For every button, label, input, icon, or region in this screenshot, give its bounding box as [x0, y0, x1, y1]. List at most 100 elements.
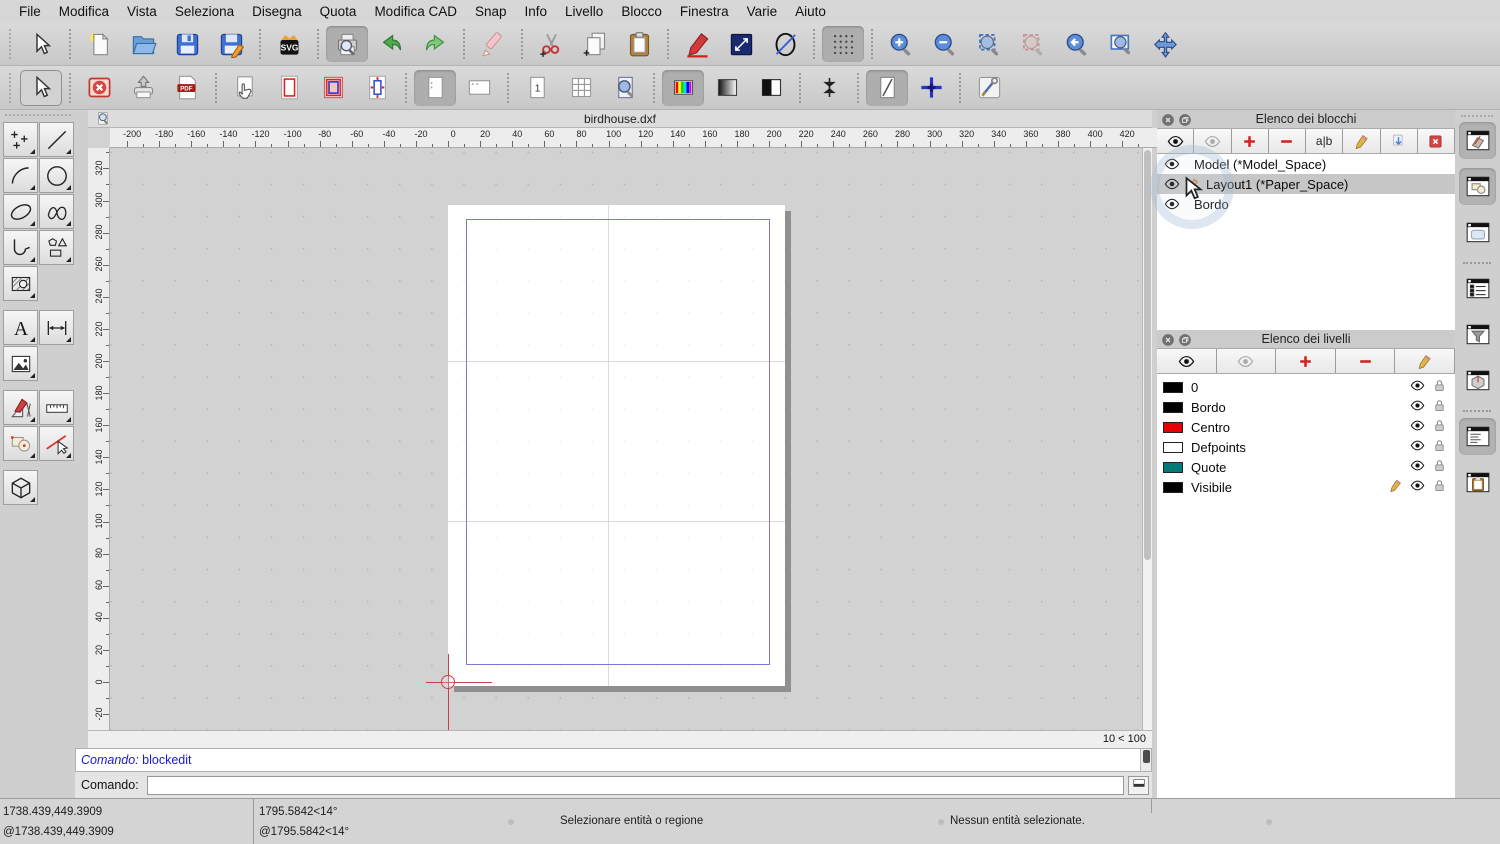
eye-icon[interactable] [1410, 378, 1425, 396]
menu-aiuto[interactable]: Aiuto [786, 4, 835, 19]
menu-blocco[interactable]: Blocco [612, 4, 671, 19]
layer-list-item[interactable]: Bordo [1157, 397, 1455, 417]
landscape-button[interactable] [458, 70, 500, 106]
pdf-export-button[interactable]: PDF [166, 70, 208, 106]
zoom-in-button[interactable] [880, 26, 922, 62]
edit-button[interactable] [676, 26, 718, 62]
remove-layer-button[interactable] [1336, 349, 1396, 373]
lock-icon[interactable] [1432, 418, 1447, 436]
toolbar-drag-handle[interactable] [9, 73, 11, 103]
center-vertical-button[interactable] [808, 70, 850, 106]
grayscale-button[interactable] [706, 70, 748, 106]
horizontal-scrollbar[interactable]: 10 < 100 [88, 730, 1152, 748]
insert-block-button[interactable] [1381, 129, 1418, 153]
block-tool[interactable] [3, 426, 38, 461]
arc-tool[interactable] [3, 158, 38, 193]
paper-preview-button[interactable] [312, 70, 354, 106]
menu-varie[interactable]: Varie [738, 4, 787, 19]
full-color-button[interactable] [662, 70, 704, 106]
command-options-button[interactable] [1128, 776, 1149, 795]
measure-tool[interactable] [39, 390, 74, 425]
drawing-canvas[interactable] [110, 148, 1142, 730]
modify-tools[interactable] [3, 390, 38, 425]
grid-toggle-button[interactable] [822, 26, 864, 62]
command-history-scrollbar[interactable] [1140, 749, 1151, 771]
redo-button[interactable] [414, 26, 456, 62]
menu-modifica-cad[interactable]: Modifica CAD [365, 4, 466, 19]
remove-block-button[interactable] [1269, 129, 1306, 153]
open-file-button[interactable] [122, 26, 164, 62]
palette-drag-handle[interactable] [5, 114, 71, 116]
settings-tools-button[interactable] [968, 70, 1010, 106]
dock-selection-filter-toggle[interactable] [1459, 316, 1496, 353]
multi-page-button[interactable] [560, 70, 602, 106]
eye-icon[interactable] [1410, 438, 1425, 456]
layer-list-item[interactable]: Quote [1157, 457, 1455, 477]
eye-icon[interactable] [1410, 398, 1425, 416]
vertical-scrollbar-thumb[interactable] [1144, 150, 1151, 560]
zoom-window-button[interactable] [1100, 26, 1142, 62]
menu-quota[interactable]: Quota [311, 4, 366, 19]
portrait-button[interactable] [414, 70, 456, 106]
dock-block-list-toggle[interactable] [1459, 122, 1496, 159]
edit-block-button[interactable] [1343, 129, 1380, 153]
layer-list-item[interactable]: Visibile [1157, 477, 1455, 497]
lock-icon[interactable] [1432, 478, 1447, 496]
hide-all-layers-button[interactable] [1217, 349, 1277, 373]
line-tool[interactable] [39, 122, 74, 157]
eye-icon[interactable] [1410, 478, 1425, 496]
command-history-scrollbar-thumb[interactable] [1143, 750, 1150, 763]
image-tool[interactable] [3, 346, 38, 381]
shape-tool[interactable] [39, 230, 74, 265]
save-as-button[interactable] [210, 26, 252, 62]
dock-drag-handle[interactable] [1461, 115, 1493, 117]
paste-button[interactable] [618, 26, 660, 62]
dock-layer-list-toggle[interactable] [1459, 168, 1496, 205]
edit-layer-button[interactable] [1395, 349, 1455, 373]
black-white-button[interactable] [750, 70, 792, 106]
menu-finestra[interactable]: Finestra [671, 4, 738, 19]
dock-property-editor-toggle[interactable] [1459, 270, 1496, 307]
toolbar-drag-handle[interactable] [9, 29, 11, 59]
add-block-button[interactable] [1232, 129, 1269, 153]
layer-list-item[interactable]: Defpoints [1157, 437, 1455, 457]
polyline-tool[interactable] [3, 230, 38, 265]
select-tool-button[interactable] [20, 26, 62, 62]
command-input[interactable] [147, 776, 1124, 795]
eye-icon[interactable] [1410, 418, 1425, 436]
copy-button[interactable] [574, 26, 616, 62]
new-file-button[interactable] [78, 26, 120, 62]
zoom-out-button[interactable] [924, 26, 966, 62]
lock-icon[interactable] [1432, 378, 1447, 396]
dimension-tool[interactable] [39, 310, 74, 345]
lock-icon[interactable] [1432, 458, 1447, 476]
solid-3d-tool[interactable] [3, 470, 38, 505]
lengthen-button[interactable] [720, 26, 762, 62]
menu-file[interactable]: File [10, 4, 50, 19]
layer-list-item[interactable]: 0 [1157, 377, 1455, 397]
add-layer-button[interactable] [1276, 349, 1336, 373]
layer-list-item[interactable]: Centro [1157, 417, 1455, 437]
zoom-page-button[interactable] [604, 70, 646, 106]
scale-line-button[interactable] [866, 70, 908, 106]
menu-disegna[interactable]: Disegna [243, 4, 311, 19]
menu-snap[interactable]: Snap [466, 4, 516, 19]
menu-info[interactable]: Info [516, 4, 557, 19]
single-page-button[interactable]: 1 [516, 70, 558, 106]
show-all-layers-button[interactable] [1157, 349, 1217, 373]
zoom-auto-button[interactable] [968, 26, 1010, 62]
svg-export-button[interactable]: SVG [268, 26, 310, 62]
dock-pattern-toggle[interactable] [1459, 362, 1496, 399]
lock-icon[interactable] [1432, 398, 1447, 416]
menu-vista[interactable]: Vista [118, 4, 166, 19]
print-button[interactable] [122, 70, 164, 106]
print-preview-button[interactable] [326, 26, 368, 62]
hatch-tool[interactable] [3, 266, 38, 301]
menu-livello[interactable]: Livello [556, 4, 612, 19]
eye-icon[interactable] [1410, 458, 1425, 476]
dock-clipboard-toggle[interactable] [1459, 464, 1496, 501]
dock-command-line-toggle[interactable] [1459, 418, 1496, 455]
menu-modifica[interactable]: Modifica [50, 4, 118, 19]
rename-block-button[interactable]: a|b [1306, 129, 1343, 153]
vertical-scrollbar[interactable] [1142, 148, 1152, 730]
